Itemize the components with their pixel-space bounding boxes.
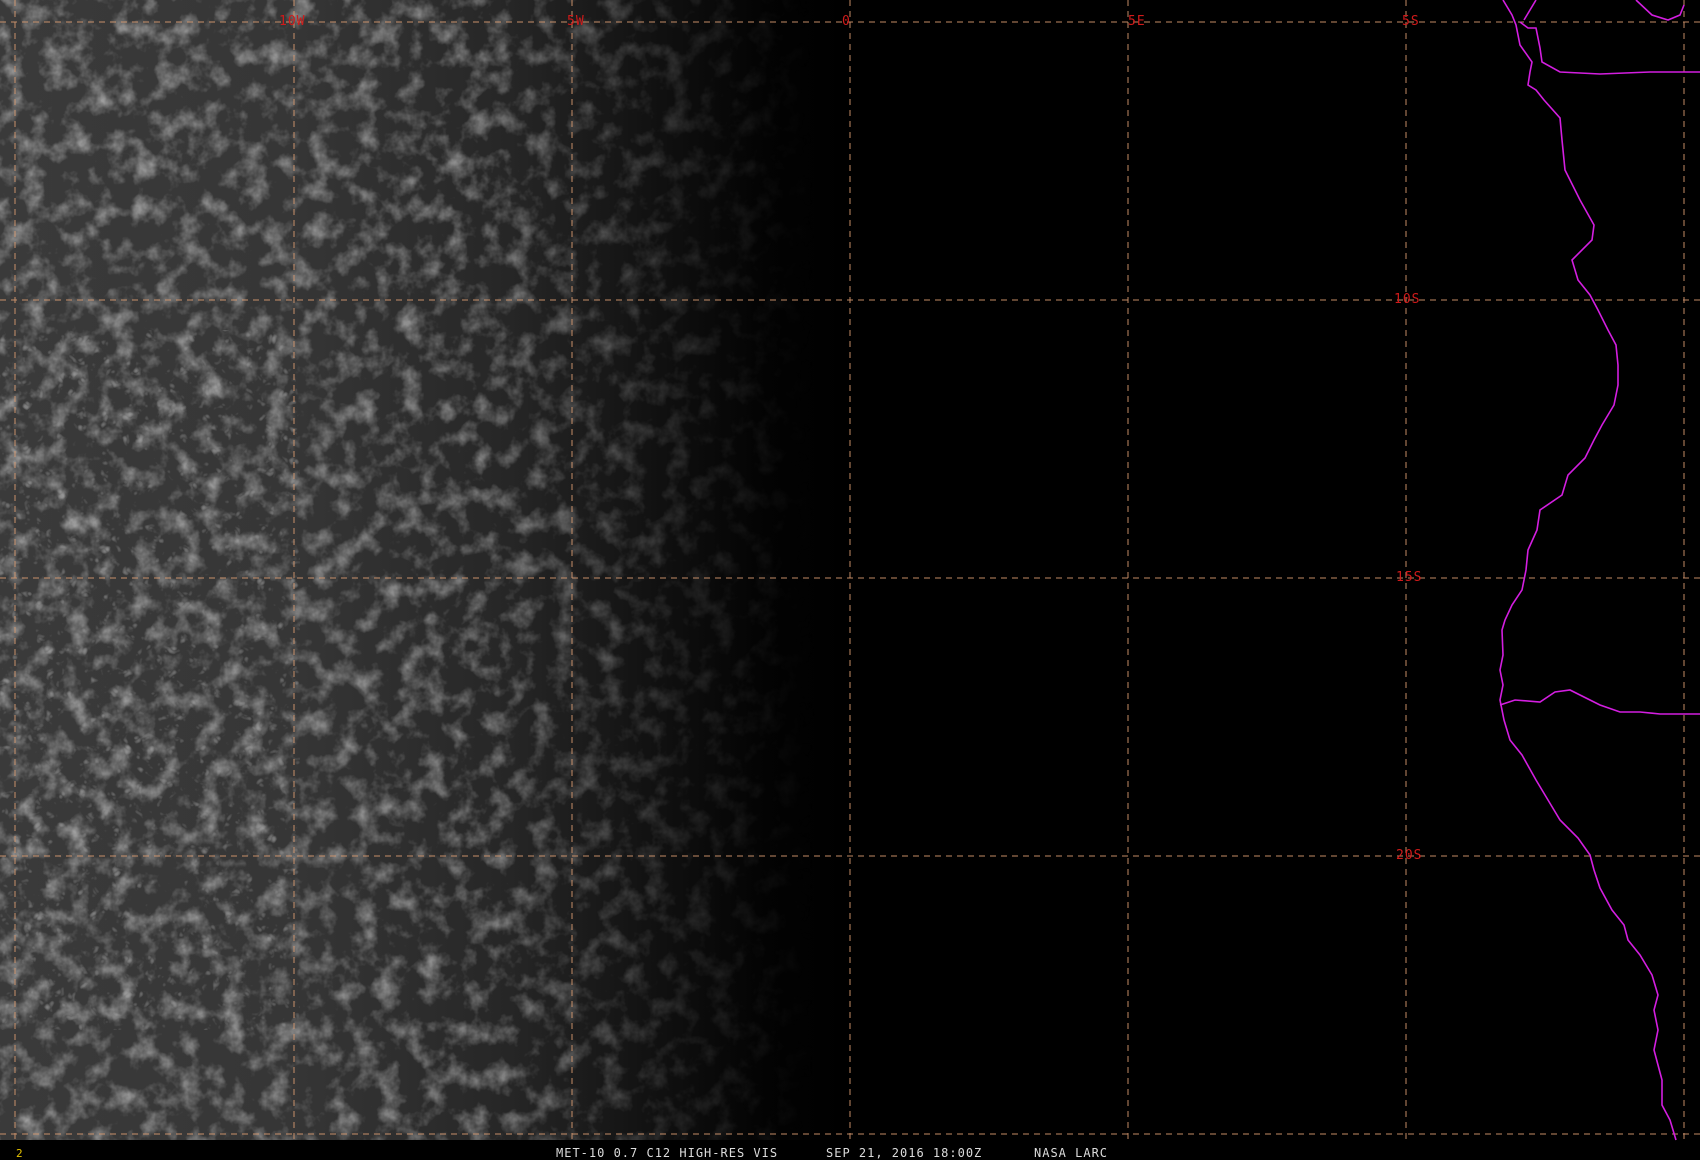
satellite-map — [0, 0, 1700, 1141]
lon-label-5e: 5E — [1128, 14, 1146, 29]
caption-datetime: SEP 21, 2016 18:00Z — [826, 1146, 983, 1160]
lat-label-10s: 10S — [1394, 292, 1421, 307]
lat-label-5s: 5S — [1402, 14, 1420, 29]
lon-label-5w: 5W — [567, 14, 585, 29]
lat-label-20s: 20S — [1396, 848, 1423, 863]
image-caption-bar: MET-10 0.7 C12 HIGH-RES VIS SEP 21, 2016… — [0, 1144, 1700, 1160]
caption-product: MET-10 0.7 C12 HIGH-RES VIS — [556, 1146, 779, 1160]
lon-label-10w: 10W — [279, 14, 306, 29]
frame-number: 2 — [16, 1147, 23, 1160]
lat-label-15s: 15S — [1396, 570, 1423, 585]
caption-source: NASA LARC — [1034, 1146, 1109, 1160]
lon-label-0: 0 — [842, 14, 851, 29]
